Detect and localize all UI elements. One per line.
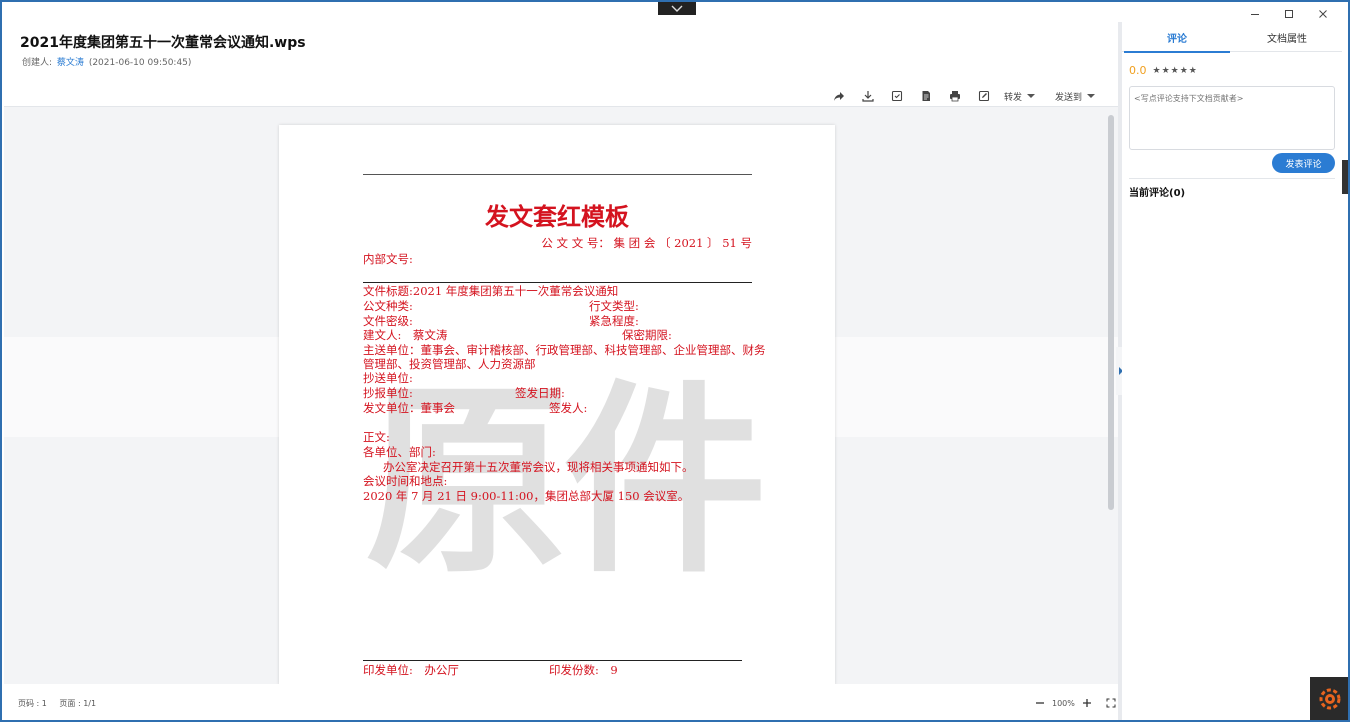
document-info-button[interactable] [915,87,937,105]
star-rating-input[interactable]: ★★★★★ [1153,66,1198,76]
close-button[interactable] [1306,7,1340,21]
page-info: 页码 : 1 页面 : 1/1 [18,698,106,709]
download-button[interactable] [857,87,879,105]
close-icon [1319,10,1327,18]
minus-icon [1036,702,1044,704]
document-viewport[interactable]: 原件 发文套红模板 公 文 文 号： 集 团 会 〔 2021 〕 51 号 内… [4,107,1118,684]
fit-screen-button[interactable] [1105,697,1117,709]
print-copies: 印发份数: 9 [549,663,618,677]
field-cc-to: 抄送单位: [363,371,413,385]
footer-rule [363,660,742,661]
created-time: (2021-06-10 09:50:45) [88,58,192,68]
caret-down-icon [1027,94,1036,98]
field-doc-type: 公文种类: [363,299,413,313]
fullscreen-icon [1106,698,1116,708]
print-unit: 印发单位: 办公厅 [363,663,459,677]
field-issue-date: 签发日期: [515,386,565,400]
post-comment-button[interactable]: 发表评论 [1272,153,1335,173]
creator-label: 创建人: [22,58,53,68]
print-icon [950,91,960,102]
document-page: 原件 发文套红模板 公 文 文 号： 集 团 会 〔 2021 〕 51 号 内… [279,125,835,684]
panel-tabs: 评论 文档属性 [1122,22,1342,53]
field-report-to: 抄报单位: [363,386,413,400]
collapse-header-button[interactable] [658,2,696,15]
top-rule [363,174,752,175]
zoom-controls: 100% [1028,697,1123,709]
red-header-title: 发文套红模板 [485,202,629,231]
field-subject: 文件标题:2021 年度集团第五十一次董常会议通知 [363,284,619,298]
rating-score: 0.0 [1129,64,1147,77]
page-count: 页面 : 1/1 [59,699,97,708]
right-panel: 评论 文档属性 0.0 ★★★★★ 发表评论 当前评论(0) [1122,22,1342,720]
body-salutation: 各单位、部门: [363,445,436,459]
share-button[interactable] [828,87,850,105]
assistant-launcher[interactable] [1310,677,1348,720]
save-button[interactable] [886,87,908,105]
creator-name-link[interactable]: 蔡文涛 [57,58,84,68]
document-title: 2021年度集团第五十一次董常会议通知.wps [20,35,306,51]
caret-down-icon [1087,94,1096,98]
field-admin-type: 行文类型: [589,299,639,313]
share-icon [834,92,844,101]
forward-dropdown[interactable]: 转发 [1004,90,1036,103]
window-controls [1238,7,1340,21]
document-toolbar: 转发 发送到 [828,87,1113,105]
plus-icon [1082,699,1091,707]
field-signer: 签发人: [549,401,588,415]
vertical-scrollbar[interactable] [1108,115,1114,510]
rating: 0.0 ★★★★★ [1129,64,1198,77]
zoom-in-button[interactable] [1081,697,1093,709]
page-number: 页码 : 1 [18,699,47,708]
body-label: 正文: [363,430,390,444]
save-icon [891,90,903,102]
internal-number: 内部文号: [363,252,413,266]
zoom-level: 100% [1052,698,1075,708]
field-issuer-unit: 发文单位：董事会 [363,401,455,415]
field-drafter: 建文人: 蔡文涛 [363,328,448,342]
meeting-detail: 2020 年 7 月 21 日 9:00-11:00，集团总部大厦 150 会议… [363,489,690,503]
download-icon [862,91,874,102]
edit-button[interactable] [973,87,995,105]
chevron-down-icon [671,5,683,12]
status-bar: 页码 : 1 页面 : 1/1 100% [4,685,1118,720]
maximize-icon [1285,10,1293,18]
tab-comments[interactable]: 评论 [1122,22,1232,53]
edit-icon [978,90,990,102]
send-to-label: 发送到 [1055,92,1083,103]
tab-document-properties[interactable]: 文档属性 [1232,22,1342,52]
edge-scroll-indicator [1342,160,1348,194]
current-comments-heading: 当前评论(0) [1129,188,1186,199]
meeting-label: 会议时间和地点: [363,474,448,488]
document-meta: 创建人: 蔡文涛 (2021-06-10 09:50:45) [22,55,191,68]
maximize-button[interactable] [1272,7,1306,21]
comment-input[interactable] [1129,86,1335,150]
forward-label: 转发 [1004,92,1023,103]
document-icon [922,91,930,101]
panel-divider-line [1129,178,1335,179]
minimize-icon [1251,14,1259,15]
print-button[interactable] [944,87,966,105]
zoom-out-button[interactable] [1034,697,1046,709]
app-window: 2021年度集团第五十一次董常会议通知.wps 创建人: 蔡文涛 (2021-0… [0,0,1350,722]
doc-number: 公 文 文 号： 集 团 会 〔 2021 〕 51 号 [541,236,752,250]
gear-icon [1319,688,1341,709]
send-to-dropdown[interactable]: 发送到 [1055,90,1096,103]
field-retention: 保密期限: [622,328,672,342]
minimize-button[interactable] [1238,7,1272,21]
